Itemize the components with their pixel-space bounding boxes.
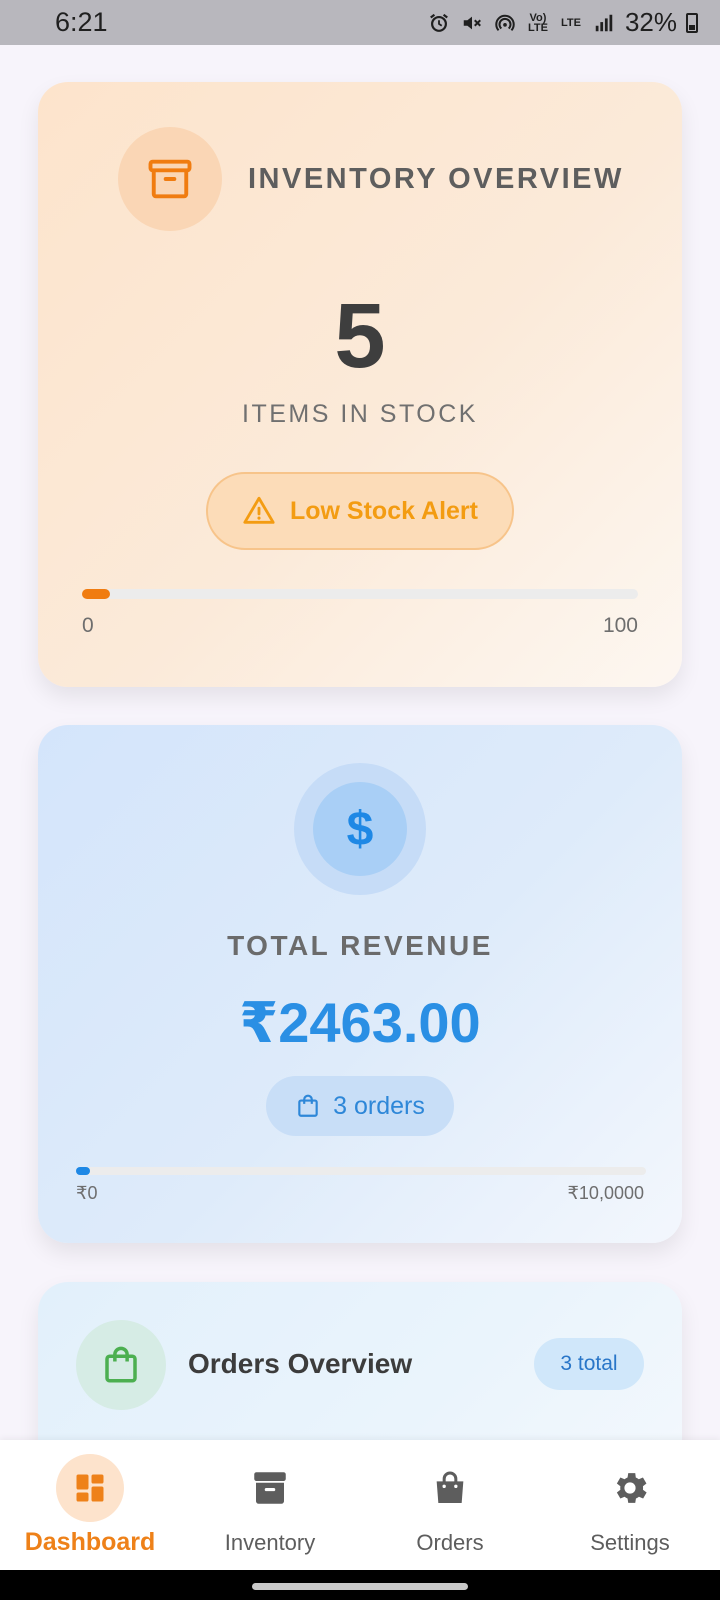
inventory-icon-badge (118, 127, 222, 231)
dashboard-icon (76, 1474, 104, 1502)
shopping-bag-icon (436, 1471, 464, 1503)
revenue-icon-badge: $ (294, 763, 426, 895)
gear-icon (616, 1473, 647, 1503)
stock-progress-fill (82, 589, 110, 599)
orders-count-label: 3 orders (333, 1091, 425, 1120)
revenue-progress-fill (76, 1167, 91, 1175)
orders-icon-badge (76, 1320, 166, 1410)
volte-icon: Vo) LTE (527, 11, 548, 34)
battery-percent: 32% (624, 7, 677, 37)
inventory-overview-card[interactable]: INVENTORY OVERVIEW 5 ITEMS IN STOCK Low … (38, 82, 682, 687)
nav-item-inventory[interactable]: Inventory (180, 1440, 360, 1570)
revenue-progress-bar (76, 1167, 646, 1175)
nav-label-inventory: Inventory (224, 1530, 316, 1555)
total-revenue-card[interactable]: $ TOTAL REVENUE ₹2463.00 3 orders ₹0 ₹10… (38, 725, 682, 1243)
nav-label-orders: Orders (416, 1530, 484, 1555)
nav-item-orders[interactable]: Orders (360, 1440, 540, 1570)
revenue-amount: ₹2463.00 (239, 991, 481, 1054)
lte-icon: LTE (560, 16, 581, 29)
nav-icon-background (56, 1454, 124, 1522)
nav-label-settings: Settings (590, 1530, 670, 1555)
status-bar: 6:21 Vo) LTE LTE 32% (0, 0, 720, 45)
nav-icon-background (236, 1454, 304, 1522)
battery-icon (686, 12, 698, 33)
items-in-stock-label: ITEMS IN STOCK (242, 400, 478, 428)
revenue-title: TOTAL REVENUE (227, 930, 493, 961)
gesture-handle[interactable] (252, 1583, 468, 1590)
warning-icon (243, 496, 275, 524)
revenue-min-label: ₹0 (76, 1183, 98, 1203)
archive-box-icon (148, 159, 192, 199)
low-stock-alert-label: Low Stock Alert (290, 496, 478, 525)
inventory-title: INVENTORY OVERVIEW (248, 162, 624, 195)
stock-progress-bar (82, 589, 638, 599)
status-icons: Vo) LTE LTE 32% (427, 7, 698, 38)
revenue-max-label: ₹10,0000 (567, 1183, 644, 1203)
dollar-icon: $ (313, 782, 407, 876)
nav-item-dashboard[interactable]: Dashboard (0, 1440, 180, 1570)
shopping-bag-icon (298, 1094, 318, 1117)
mute-icon (460, 11, 484, 35)
signal-icon (592, 11, 616, 35)
shopping-bag-icon (105, 1346, 137, 1383)
nav-label-dashboard: Dashboard (24, 1528, 156, 1556)
status-time: 6:21 (55, 7, 108, 37)
nav-icon-background (416, 1454, 484, 1522)
orders-total-badge: 3 total (534, 1338, 644, 1390)
inventory-card-header: INVENTORY OVERVIEW (118, 127, 624, 231)
stock-max-label: 100 (602, 614, 638, 637)
orders-overview-title: Orders Overview (188, 1348, 413, 1379)
hotspot-icon (493, 11, 517, 35)
low-stock-alert-button[interactable]: Low Stock Alert (206, 472, 514, 550)
archive-box-icon (254, 1472, 286, 1504)
nav-icon-background (596, 1454, 664, 1522)
alarm-icon (427, 11, 451, 35)
bottom-navigation: Dashboard Inventory Orders Settings (0, 1440, 720, 1570)
nav-item-settings[interactable]: Settings (540, 1440, 720, 1570)
system-gesture-area (0, 1570, 720, 1600)
stock-min-label: 0 (82, 614, 94, 637)
items-count: 5 (334, 285, 386, 387)
orders-count-chip[interactable]: 3 orders (266, 1076, 454, 1136)
